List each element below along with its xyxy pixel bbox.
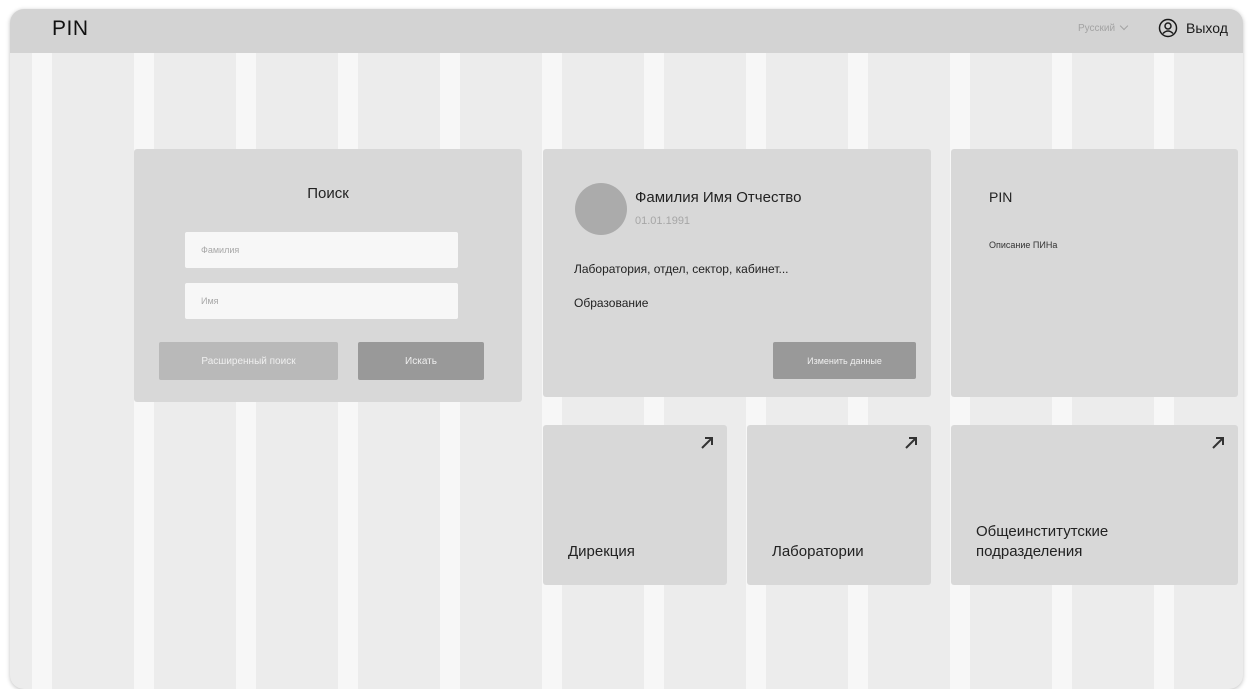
tile-institute-departments[interactable]: Общеинститутские подразделения: [951, 425, 1238, 585]
avatar: [575, 183, 627, 235]
user-circle-icon: [1158, 18, 1178, 38]
logout-label: Выход: [1186, 20, 1228, 36]
arrow-up-right-icon: [1212, 437, 1224, 449]
tile-label: Общеинститутские подразделения: [976, 523, 1109, 560]
tile-label: Дирекция: [568, 543, 635, 560]
top-bar: PIN Русский Выход: [10, 9, 1243, 53]
arrow-up-right-icon: [905, 437, 917, 449]
tile-directorate[interactable]: Дирекция: [543, 425, 727, 585]
language-label: Русский: [1078, 23, 1116, 34]
surname-input[interactable]: [185, 232, 458, 268]
language-select[interactable]: Русский: [1078, 21, 1129, 34]
tile-label: Лаборатории: [772, 543, 864, 560]
person-education: Образование: [574, 296, 649, 310]
name-input[interactable]: [185, 283, 458, 319]
profile-panel: Фамилия Имя Отчество 01.01.1991 Лаборато…: [543, 149, 931, 397]
logout-button[interactable]: Выход: [1158, 18, 1228, 38]
arrow-up-right-icon: [701, 437, 713, 449]
app-logo[interactable]: PIN: [52, 17, 89, 41]
search-button[interactable]: Искать: [358, 342, 484, 380]
advanced-search-button[interactable]: Расширенный поиск: [159, 342, 338, 380]
person-full-name: Фамилия Имя Отчество: [635, 189, 802, 206]
pin-info-panel: PIN Описание ПИНа: [951, 149, 1238, 397]
pin-description: Описание ПИНа: [989, 240, 1058, 250]
search-title: Поиск: [307, 185, 349, 202]
pin-title: PIN: [989, 189, 1013, 205]
edit-profile-button[interactable]: Изменить данные: [773, 342, 916, 379]
tile-laboratories[interactable]: Лаборатории: [747, 425, 931, 585]
person-department: Лаборатория, отдел, сектор, кабинет...: [574, 262, 789, 276]
search-panel: Поиск Расширенный поиск Искать: [134, 149, 522, 402]
person-birth-date: 01.01.1991: [635, 215, 691, 227]
app-window: PIN Русский Выход Поиск Расширенный поис…: [10, 9, 1243, 689]
chevron-down-icon: [1119, 21, 1129, 31]
